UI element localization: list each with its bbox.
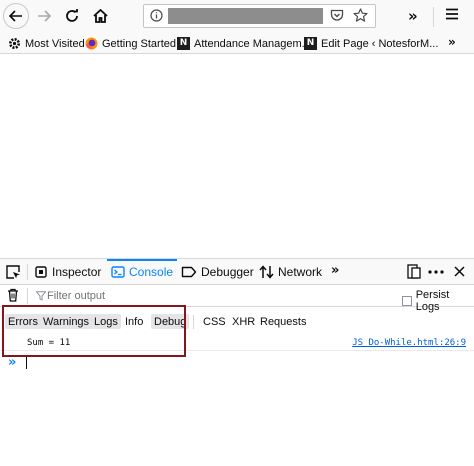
forward-arrow-icon	[38, 10, 51, 22]
level-separator	[193, 315, 194, 329]
filter-requests[interactable]: Requests	[257, 314, 309, 329]
home-button[interactable]	[87, 3, 113, 29]
firefox-icon	[85, 37, 98, 50]
tab-label: Inspector	[52, 264, 102, 279]
bookmark-attendance[interactable]: N Attendance Managem...	[177, 36, 311, 51]
hamburger-menu-icon[interactable]	[445, 8, 459, 20]
network-icon	[259, 264, 274, 279]
message-source-link[interactable]: JS_Do-While.html:26:9	[352, 338, 466, 348]
bookmark-label: Most Visited	[25, 37, 85, 50]
reload-button[interactable]	[59, 3, 85, 29]
notion-icon: N	[304, 37, 317, 50]
trash-icon[interactable]	[7, 288, 19, 302]
filter-separator	[27, 288, 28, 304]
filter-xhr[interactable]: XHR	[229, 314, 258, 329]
devtools-panel: Inspector Console Debugger Network » Per…	[0, 258, 474, 466]
url-redacted	[168, 8, 465, 24]
back-arrow-icon	[9, 10, 22, 22]
tab-network[interactable]: Network	[259, 259, 322, 284]
tab-label: Network	[278, 264, 323, 279]
bookmark-label: Getting Started	[102, 37, 176, 50]
forward-button[interactable]	[31, 3, 57, 29]
tab-label: Debugger	[201, 264, 254, 279]
toolbar-overflow-button[interactable]: »	[408, 7, 418, 25]
pocket-icon[interactable]	[330, 9, 344, 22]
console-filterbar: Persist Logs	[0, 285, 474, 313]
gear-icon	[9, 38, 20, 49]
devtools-tabbar: Inspector Console Debugger Network »	[0, 259, 474, 285]
annotation-highlight-box	[2, 305, 186, 357]
bookmark-star-icon[interactable]	[353, 8, 368, 23]
filter-input[interactable]	[33, 287, 333, 305]
bookmarks-overflow-button[interactable]: »	[448, 35, 456, 49]
info-icon[interactable]	[150, 9, 163, 22]
close-icon[interactable]	[454, 266, 465, 277]
debugger-icon	[181, 266, 197, 277]
console-icon	[111, 265, 125, 278]
bookmark-most-visited[interactable]: Most Visited	[8, 36, 85, 51]
toolbar-separator	[433, 7, 434, 27]
bookmarks-toolbar: Most Visited Getting Started N Attendanc…	[0, 33, 474, 54]
home-icon	[92, 9, 108, 23]
bookmark-edit-page[interactable]: N Edit Page ‹ NotesforM...	[304, 36, 438, 51]
text-caret	[26, 357, 27, 369]
inspector-icon	[35, 265, 47, 278]
browser-toolbar: »	[0, 0, 474, 33]
console-input[interactable]: »	[0, 353, 474, 371]
reload-icon	[66, 9, 78, 22]
back-button[interactable]	[3, 3, 29, 29]
tab-debugger[interactable]: Debugger	[181, 259, 254, 284]
tabs-overflow-button[interactable]: »	[331, 263, 340, 278]
more-options-icon[interactable]	[428, 270, 444, 274]
bookmark-label: Attendance Managem...	[194, 37, 311, 50]
notion-icon: N	[177, 37, 190, 50]
tab-label: Console	[129, 264, 174, 279]
bookmark-getting-started[interactable]: Getting Started	[85, 36, 176, 51]
tab-separator	[27, 264, 28, 280]
prompt-chevron-icon: »	[8, 355, 17, 370]
tab-console[interactable]: Console	[106, 259, 178, 284]
url-bar[interactable]	[143, 4, 376, 28]
bookmark-label: Edit Page ‹ NotesforM...	[321, 37, 439, 50]
dock-icon[interactable]	[407, 264, 421, 279]
tab-inspector[interactable]: Inspector	[34, 259, 101, 284]
filter-css[interactable]: CSS	[200, 314, 229, 329]
element-picker-icon[interactable]	[5, 264, 21, 280]
persist-logs-checkbox[interactable]	[402, 296, 412, 306]
